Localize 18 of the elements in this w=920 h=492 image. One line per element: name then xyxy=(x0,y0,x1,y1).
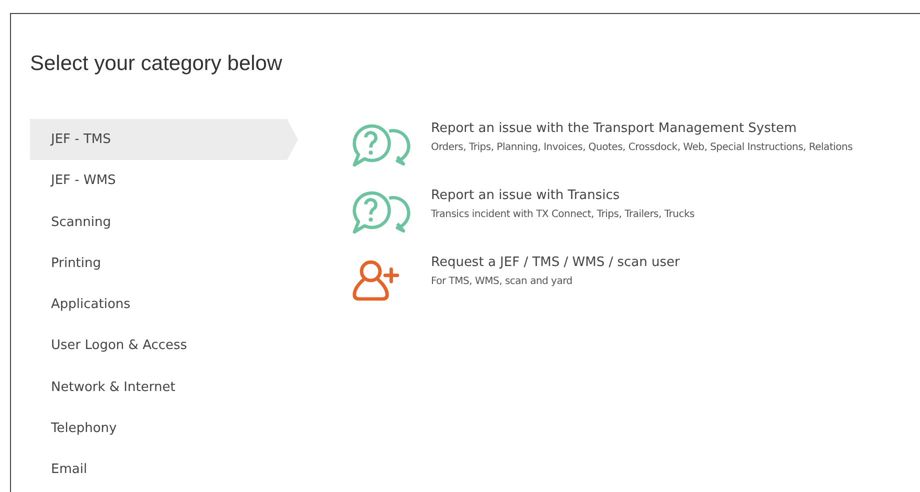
option-title[interactable]: Report an issue with Transics xyxy=(431,188,694,203)
category-item[interactable]: Scanning xyxy=(30,202,298,243)
option-description: Transics incident with TX Connect, Trips, Trailers, Trucks xyxy=(431,209,694,220)
category-item[interactable]: Network & Internet xyxy=(30,366,298,408)
question-chat-icon[interactable] xyxy=(350,190,412,235)
category-item[interactable]: Telephony xyxy=(30,408,298,450)
category-item[interactable]: JEF - WMS xyxy=(30,160,298,202)
option-description: Orders, Trips, Planning, Invoices, Quotes, Crossdock, Web, Special Instructions, Relations xyxy=(431,142,853,153)
category-item[interactable]: JEF - TMS xyxy=(30,119,298,160)
category-item[interactable]: User Logon & Access xyxy=(30,325,298,367)
question-chat-icon[interactable] xyxy=(350,123,412,168)
category-item[interactable]: Email xyxy=(30,449,298,491)
option-title[interactable]: Request a JEF / TMS / WMS / scan user xyxy=(431,255,680,270)
option-title[interactable]: Report an issue with the Transport Management System xyxy=(431,121,853,136)
option-description: For TMS, WMS, scan and yard xyxy=(431,276,574,287)
category-item[interactable]: Applications xyxy=(30,284,298,326)
page-title: Select your category below xyxy=(29,51,284,76)
category-item[interactable]: Printing xyxy=(30,242,298,284)
